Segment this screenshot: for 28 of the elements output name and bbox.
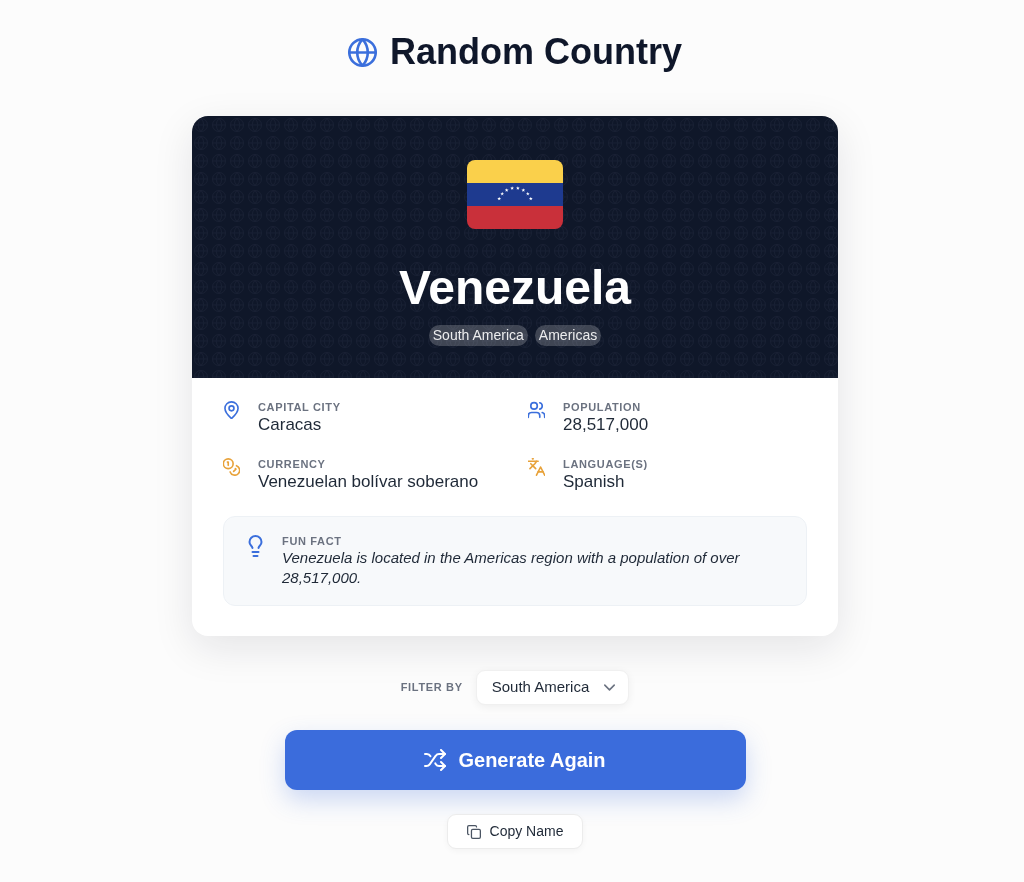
region-tag: Americas bbox=[534, 325, 602, 346]
globe-icon bbox=[348, 37, 377, 67]
generate-again-button[interactable]: Generate Again bbox=[284, 730, 746, 790]
copy-name-button[interactable]: Copy Name bbox=[446, 814, 584, 849]
translate-icon bbox=[528, 458, 545, 476]
fact-value: 28,517,000 bbox=[563, 414, 649, 436]
fact-label: CAPITAL CITY bbox=[258, 400, 341, 414]
lightbulb-icon bbox=[248, 535, 263, 557]
chevron-down-icon bbox=[604, 684, 616, 691]
fact-label: POPULATION bbox=[563, 400, 642, 414]
fact-value: Caracas bbox=[258, 414, 323, 436]
region-tag: South America bbox=[428, 325, 528, 346]
region-select[interactable]: South America bbox=[475, 670, 630, 705]
fact-value: Spanish bbox=[563, 471, 626, 493]
fact-label: LANGUAGE(S) bbox=[563, 457, 648, 471]
coins-icon bbox=[223, 458, 240, 476]
copy-icon bbox=[466, 824, 481, 839]
fact-label: CURRENCY bbox=[258, 457, 327, 471]
filter-label: FILTER BY bbox=[400, 680, 463, 696]
flag-icon bbox=[467, 160, 563, 229]
fact-value: Venezuelan bolívar soberano bbox=[258, 471, 479, 493]
shuffle-icon bbox=[424, 749, 447, 771]
fun-fact-label: FUN FACT bbox=[282, 534, 343, 548]
people-icon bbox=[528, 401, 545, 419]
app-title: Random Country bbox=[390, 32, 682, 72]
pin-icon bbox=[223, 401, 240, 419]
country-name: Venezuela bbox=[398, 260, 632, 316]
fun-fact-text: Venezuela is located in the Americas region with a population of over 28,517,000. bbox=[282, 548, 741, 588]
